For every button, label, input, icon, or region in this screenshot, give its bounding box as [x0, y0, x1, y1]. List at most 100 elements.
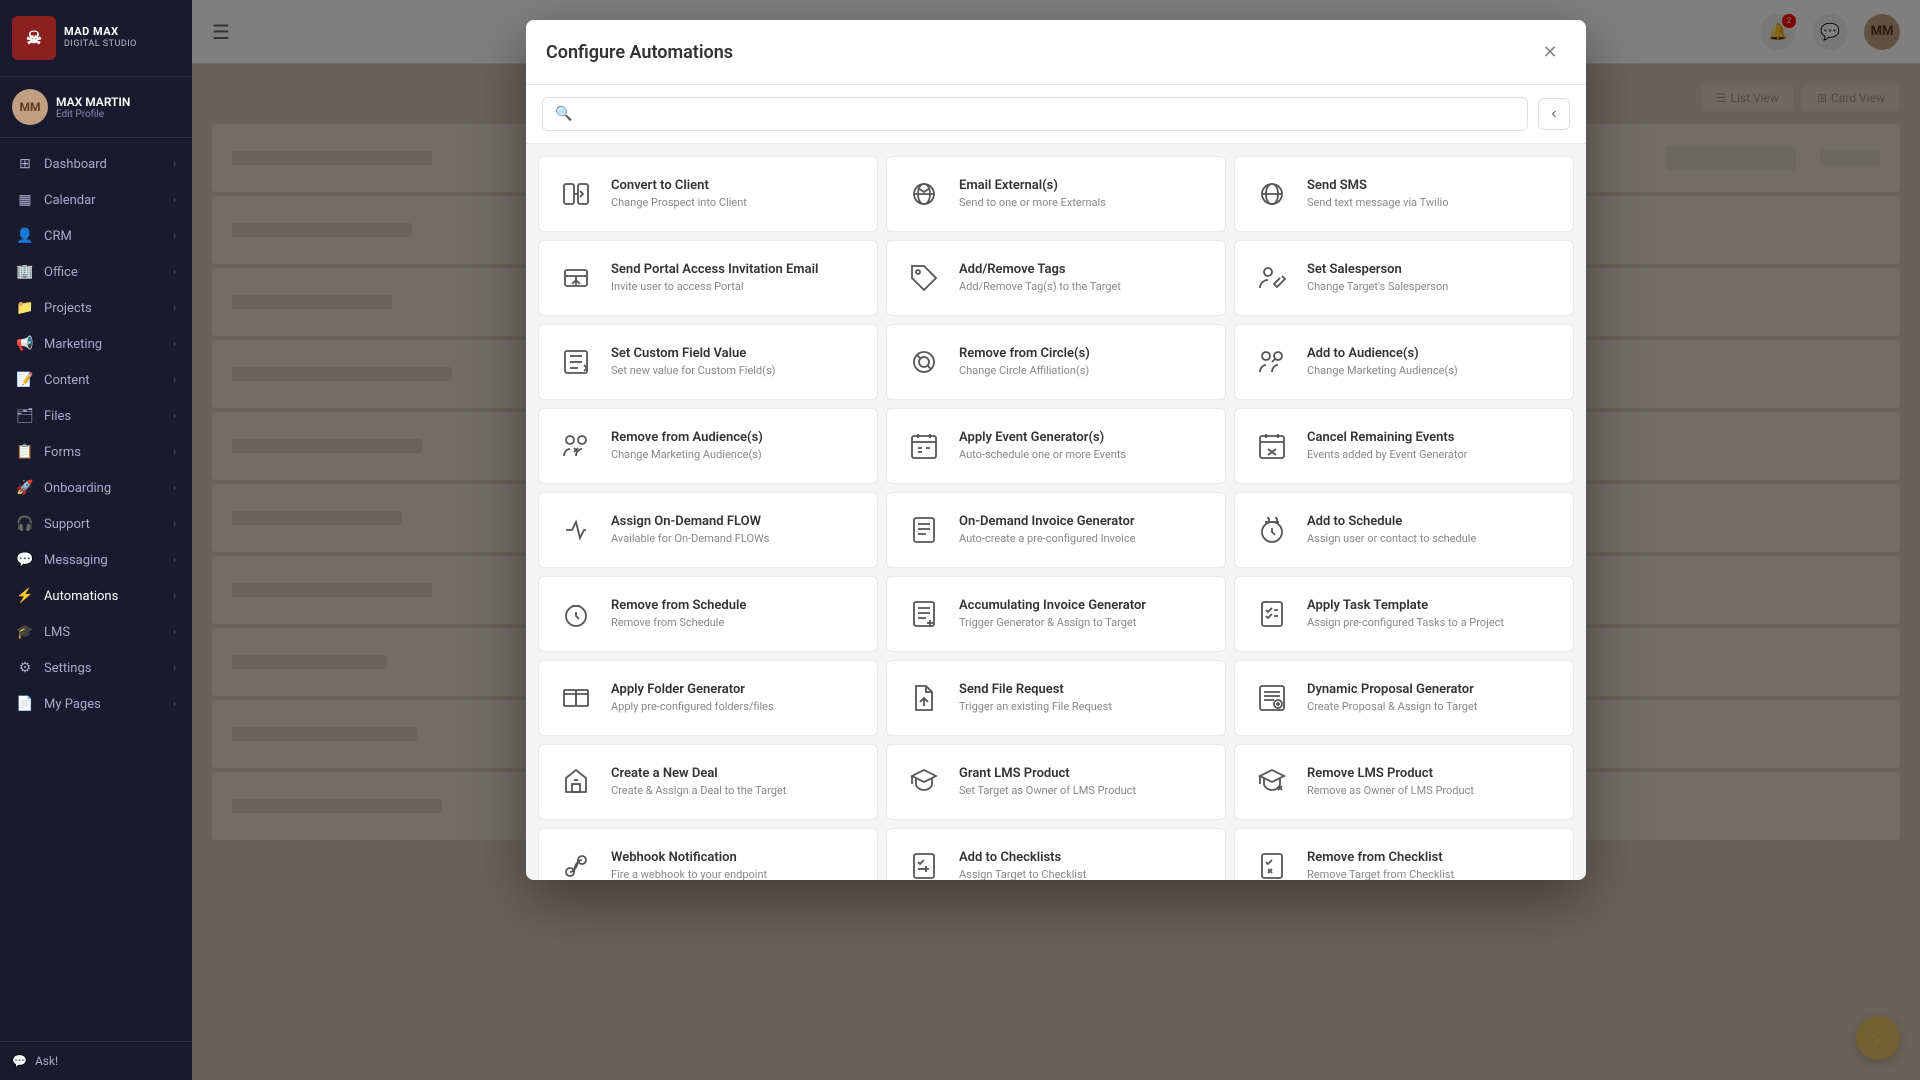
- sidebar-item-automations[interactable]: ⚡ Automations ›: [0, 578, 192, 614]
- automation-item-email-externals[interactable]: Email External(s) Send to one or more Ex…: [886, 156, 1226, 232]
- user-profile-area[interactable]: MM MAX MARTIN Edit Profile: [0, 77, 192, 138]
- automation-desc-send-sms: Send text message via Twilio: [1307, 196, 1557, 210]
- sidebar-footer: 💬 Ask!: [0, 1041, 192, 1080]
- sidebar-item-messaging[interactable]: 💬 Messaging ›: [0, 542, 192, 578]
- automation-text-convert-to-client: Convert to Client Change Prospect into C…: [611, 178, 861, 210]
- sidebar-item-office[interactable]: 🏢 Office ›: [0, 254, 192, 290]
- automation-item-remove-from-audiences[interactable]: Remove from Audience(s) Change Marketing…: [538, 408, 878, 484]
- automation-item-send-portal-invitation[interactable]: Send Portal Access Invitation Email Invi…: [538, 240, 878, 316]
- automation-desc-add-remove-tags: Add/Remove Tag(s) to the Target: [959, 280, 1209, 294]
- automation-text-email-externals: Email External(s) Send to one or more Ex…: [959, 178, 1209, 210]
- automation-text-set-custom-field: Set Custom Field Value Set new value for…: [611, 346, 861, 378]
- automation-item-remove-from-schedule[interactable]: Remove from Schedule Remove from Schedul…: [538, 576, 878, 652]
- back-button[interactable]: ‹: [1538, 98, 1570, 130]
- automation-title-add-to-audiences: Add to Audience(s): [1307, 346, 1557, 361]
- sidebar-item-support[interactable]: 🎧 Support ›: [0, 506, 192, 542]
- chevron-icon: ›: [173, 267, 176, 278]
- logo-area: ☠ MAD MAX digital studio: [0, 0, 192, 77]
- automation-item-on-demand-invoice[interactable]: On-Demand Invoice Generator Auto-create …: [886, 492, 1226, 568]
- marketing-icon: 📢: [16, 336, 34, 352]
- automation-title-accumulating-invoice: Accumulating Invoice Generator: [959, 598, 1209, 613]
- automation-title-grant-lms-product: Grant LMS Product: [959, 766, 1209, 781]
- automation-icon-email-externals: [903, 173, 945, 215]
- chevron-icon: ›: [173, 663, 176, 674]
- main-content: ☰ 🔔 2 💬 MM ☰ List View ⊞ Card View: [192, 0, 1920, 1080]
- sidebar-item-projects[interactable]: 📁 Projects ›: [0, 290, 192, 326]
- sidebar-item-lms[interactable]: 🎓 LMS ›: [0, 614, 192, 650]
- automation-icon-add-to-schedule: [1251, 509, 1293, 551]
- sidebar-item-label: Files: [44, 409, 71, 424]
- automation-icon-remove-from-circle: [903, 341, 945, 383]
- automation-icon-assign-on-demand-flow: [555, 509, 597, 551]
- search-input[interactable]: [580, 106, 1515, 122]
- automation-item-add-to-audiences[interactable]: Add to Audience(s) Change Marketing Audi…: [1234, 324, 1574, 400]
- modal-title: Configure Automations: [546, 42, 733, 63]
- sidebar-item-crm[interactable]: 👤 CRM ›: [0, 218, 192, 254]
- automation-desc-add-to-schedule: Assign user or contact to schedule: [1307, 532, 1557, 546]
- ask-button[interactable]: 💬 Ask!: [12, 1054, 180, 1068]
- forms-icon: 📋: [16, 444, 34, 460]
- automation-item-set-custom-field[interactable]: Set Custom Field Value Set new value for…: [538, 324, 878, 400]
- automation-item-remove-from-checklist[interactable]: Remove from Checklist Remove Target from…: [1234, 828, 1574, 880]
- automation-title-convert-to-client: Convert to Client: [611, 178, 861, 193]
- messaging-icon: 💬: [16, 552, 34, 568]
- automation-item-remove-lms-product[interactable]: Remove LMS Product Remove as Owner of LM…: [1234, 744, 1574, 820]
- sidebar-item-dashboard[interactable]: ⊞ Dashboard ›: [0, 146, 192, 182]
- automation-desc-dynamic-proposal: Create Proposal & Assign to Target: [1307, 700, 1557, 714]
- automation-item-cancel-remaining-events[interactable]: Cancel Remaining Events Events added by …: [1234, 408, 1574, 484]
- automation-item-apply-event-generator[interactable]: Apply Event Generator(s) Auto-schedule o…: [886, 408, 1226, 484]
- sidebar-item-label: CRM: [44, 229, 72, 244]
- sidebar-item-onboarding[interactable]: 🚀 Onboarding ›: [0, 470, 192, 506]
- modal-close-button[interactable]: ✕: [1534, 36, 1566, 68]
- automation-item-convert-to-client[interactable]: Convert to Client Change Prospect into C…: [538, 156, 878, 232]
- automation-item-create-new-deal[interactable]: Create a New Deal Create & Assign a Deal…: [538, 744, 878, 820]
- automation-item-accumulating-invoice[interactable]: Accumulating Invoice Generator Trigger G…: [886, 576, 1226, 652]
- automation-icon-convert-to-client: [555, 173, 597, 215]
- automation-title-dynamic-proposal: Dynamic Proposal Generator: [1307, 682, 1557, 697]
- automation-item-send-file-request[interactable]: Send File Request Trigger an existing Fi…: [886, 660, 1226, 736]
- chevron-icon: ›: [173, 627, 176, 638]
- chevron-icon: ›: [173, 159, 176, 170]
- automation-item-apply-task-template[interactable]: Apply Task Template Assign pre-configure…: [1234, 576, 1574, 652]
- automation-item-dynamic-proposal[interactable]: Dynamic Proposal Generator Create Propos…: [1234, 660, 1574, 736]
- automation-desc-add-to-checklists: Assign Target to Checklist: [959, 868, 1209, 880]
- automation-text-on-demand-invoice: On-Demand Invoice Generator Auto-create …: [959, 514, 1209, 546]
- automation-item-set-salesperson[interactable]: Set Salesperson Change Target's Salesper…: [1234, 240, 1574, 316]
- automation-text-cancel-remaining-events: Cancel Remaining Events Events added by …: [1307, 430, 1557, 462]
- automation-icon-send-sms: [1251, 173, 1293, 215]
- automation-title-apply-folder-generator: Apply Folder Generator: [611, 682, 861, 697]
- automation-item-webhook-notification[interactable]: Webhook Notification Fire a webhook to y…: [538, 828, 878, 880]
- automation-item-apply-folder-generator[interactable]: Apply Folder Generator Apply pre-configu…: [538, 660, 878, 736]
- automation-desc-apply-task-template: Assign pre-configured Tasks to a Project: [1307, 616, 1557, 630]
- modal-search-area: 🔍 ‹: [526, 85, 1586, 144]
- automation-item-send-sms[interactable]: Send SMS Send text message via Twilio: [1234, 156, 1574, 232]
- automation-desc-email-externals: Send to one or more Externals: [959, 196, 1209, 210]
- sidebar-item-files[interactable]: 🗂 Files ›: [0, 398, 192, 434]
- sidebar-item-forms[interactable]: 📋 Forms ›: [0, 434, 192, 470]
- automation-item-add-remove-tags[interactable]: Add/Remove Tags Add/Remove Tag(s) to the…: [886, 240, 1226, 316]
- sidebar-item-calendar[interactable]: ▦ Calendar ›: [0, 182, 192, 218]
- automation-item-add-to-checklists[interactable]: Add to Checklists Assign Target to Check…: [886, 828, 1226, 880]
- chevron-icon: ›: [173, 555, 176, 566]
- settings-icon: ⚙: [16, 660, 34, 676]
- ask-label: Ask!: [35, 1054, 58, 1068]
- automation-text-send-portal-invitation: Send Portal Access Invitation Email Invi…: [611, 262, 861, 294]
- configure-automations-modal: Configure Automations ✕ 🔍 ‹ Convert to C…: [526, 20, 1586, 880]
- sidebar-item-marketing[interactable]: 📢 Marketing ›: [0, 326, 192, 362]
- modal-overlay: Configure Automations ✕ 🔍 ‹ Convert to C…: [192, 0, 1920, 1080]
- automation-item-add-to-schedule[interactable]: Add to Schedule Assign user or contact t…: [1234, 492, 1574, 568]
- automation-desc-set-salesperson: Change Target's Salesperson: [1307, 280, 1557, 294]
- automation-text-add-to-checklists: Add to Checklists Assign Target to Check…: [959, 850, 1209, 880]
- automation-item-assign-on-demand-flow[interactable]: Assign On-Demand FLOW Available for On-D…: [538, 492, 878, 568]
- edit-profile-link[interactable]: Edit Profile: [56, 109, 180, 120]
- sidebar-item-label: My Pages: [44, 697, 101, 712]
- sidebar-item-label: Content: [44, 373, 90, 388]
- automation-item-remove-from-circle[interactable]: Remove from Circle(s) Change Circle Affi…: [886, 324, 1226, 400]
- automation-title-apply-event-generator: Apply Event Generator(s): [959, 430, 1209, 445]
- automation-desc-remove-from-circle: Change Circle Affiliation(s): [959, 364, 1209, 378]
- automation-desc-assign-on-demand-flow: Available for On-Demand FLOWs: [611, 532, 861, 546]
- automation-item-grant-lms-product[interactable]: Grant LMS Product Set Target as Owner of…: [886, 744, 1226, 820]
- sidebar-item-settings[interactable]: ⚙ Settings ›: [0, 650, 192, 686]
- sidebar-item-content[interactable]: 📝 Content ›: [0, 362, 192, 398]
- sidebar-item-mypages[interactable]: 📄 My Pages ›: [0, 686, 192, 722]
